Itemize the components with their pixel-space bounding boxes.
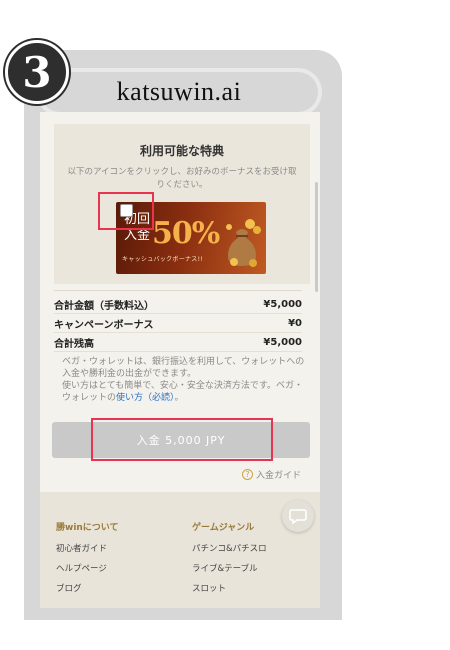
coin-bag-icon	[226, 219, 261, 267]
summary-divider	[54, 290, 302, 291]
footer-col-about: 勝winについて 初心者ガイド ヘルプページ ブログ	[56, 520, 119, 602]
summary-row-total: 合計金額（手数料込） ¥5,000	[54, 295, 302, 314]
usage-guide-link[interactable]: 使い方（必読）	[116, 393, 175, 403]
footer-col-genres: ゲームジャンル パチンコ&パチスロ ライブ&テーブル スロット	[192, 520, 267, 602]
promo-percent: 50%	[152, 216, 220, 251]
footer-link-pachinko[interactable]: パチンコ&パチスロ	[192, 542, 267, 562]
note-text-end: 。	[174, 393, 184, 403]
summary-label: キャンペーンボーナス	[54, 319, 154, 331]
benefits-description: 以下のアイコンをクリックし、お好みのボーナスをお受け取りください。	[67, 167, 297, 190]
footer-heading: ゲームジャンル	[192, 523, 255, 533]
site-footer: 勝winについて 初心者ガイド ヘルプページ ブログ ゲームジャンル パチンコ&…	[40, 492, 320, 608]
available-benefits-panel: 利用可能な特典 以下のアイコンをクリックし、お好みのボーナスをお受け取りください…	[54, 124, 310, 284]
summary-value: ¥5,000	[263, 336, 302, 348]
summary-label: 合計金額（手数料込）	[54, 300, 154, 312]
promo-subtitle: キャッシュバックボーナス!!	[122, 256, 204, 263]
footer-link-beginner-guide[interactable]: 初心者ガイド	[56, 542, 119, 562]
vega-wallet-note: ベガ・ウォレットは、銀行振込を利用して、ウォレットへの入金や勝利金の出金ができま…	[62, 356, 306, 404]
footer-link-help[interactable]: ヘルプページ	[56, 562, 119, 582]
deposit-guide-link[interactable]: ? 入金ガイド	[242, 468, 301, 481]
summary-value: ¥0	[288, 317, 302, 329]
deposit-guide-label: 入金ガイド	[256, 471, 302, 481]
address-bar[interactable]: katsuwin.ai	[40, 72, 318, 112]
step-number: 3	[22, 47, 52, 97]
url-text: katsuwin.ai	[116, 77, 242, 106]
app-screen: 利用可能な特典 以下のアイコンをクリックし、お好みのボーナスをお受け取りください…	[40, 112, 320, 608]
benefits-title: 利用可能な特典	[139, 144, 224, 158]
summary-row-bonus: キャンペーンボーナス ¥0	[54, 314, 302, 333]
step-number-badge: 3	[5, 40, 69, 104]
checkbox-highlight-box	[98, 192, 154, 230]
scrollbar[interactable]	[315, 182, 318, 292]
footer-link-slots[interactable]: スロット	[192, 582, 267, 602]
deposit-highlight-box	[91, 418, 273, 461]
chat-bubble-icon	[289, 509, 307, 524]
question-icon: ?	[242, 469, 253, 480]
summary-row-balance: 合計残高 ¥5,000	[54, 333, 302, 352]
summary-value: ¥5,000	[263, 298, 302, 310]
chat-button[interactable]	[282, 500, 314, 532]
footer-link-blog[interactable]: ブログ	[56, 582, 119, 602]
footer-heading: 勝winについて	[56, 523, 119, 533]
summary-label: 合計残高	[54, 338, 94, 350]
footer-link-live-table[interactable]: ライブ&テーブル	[192, 562, 267, 582]
payment-summary: 合計金額（手数料込） ¥5,000 キャンペーンボーナス ¥0 合計残高 ¥5,…	[54, 290, 302, 352]
